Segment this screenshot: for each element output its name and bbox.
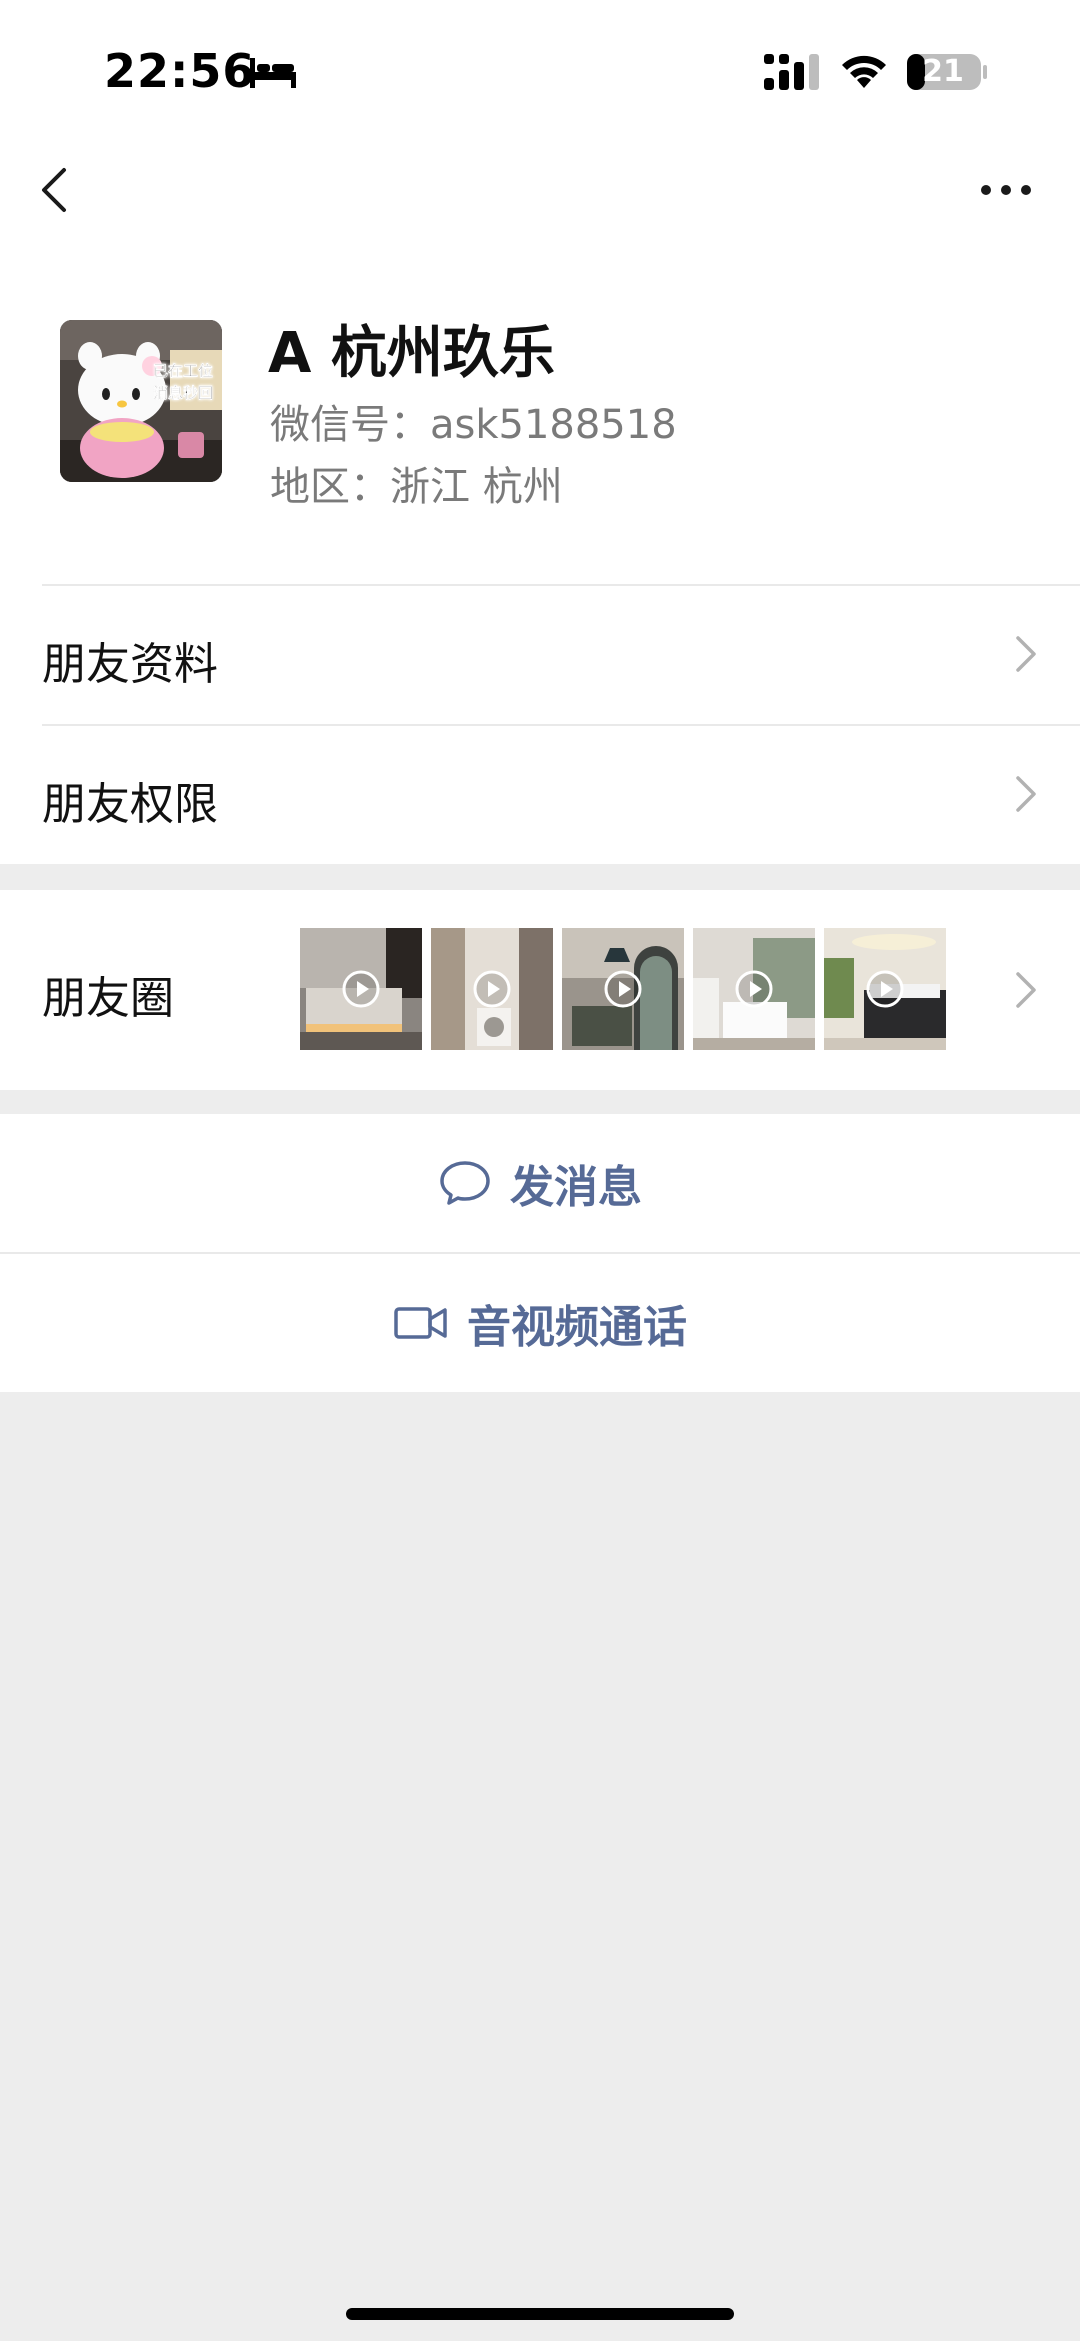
more-horizontal-icon[interactable]: [978, 170, 1034, 210]
moments-thumbnails[interactable]: [300, 928, 946, 1050]
moments-thumbnail[interactable]: [824, 928, 946, 1050]
profile-name: A 杭州玖乐: [268, 321, 555, 386]
cellular-signal-icon: [764, 54, 819, 90]
divider: [42, 584, 1080, 586]
video-call-button[interactable]: 音视频通话: [0, 1252, 1080, 1392]
play-icon: [604, 970, 642, 1008]
chat-bubble-icon: [440, 1161, 490, 1205]
play-icon: [342, 970, 380, 1008]
send-message-button[interactable]: 发消息: [0, 1114, 1080, 1252]
video-call-label: 音视频通话: [467, 1302, 687, 1353]
divider: [42, 724, 1080, 726]
play-icon: [473, 970, 511, 1008]
moments-thumbnail[interactable]: [562, 928, 684, 1050]
moments-thumbnail[interactable]: [300, 928, 422, 1050]
wechat-id: 微信号：ask5188518: [270, 402, 677, 448]
avatar[interactable]: 已在工位 消息秒回: [60, 320, 222, 482]
friend-info-row[interactable]: 朋友资料: [0, 584, 1080, 724]
friend-permissions-label: 朋友权限: [42, 779, 218, 830]
chevron-right-icon: [1016, 972, 1036, 1008]
region: 地区：浙江 杭州: [270, 464, 563, 510]
play-icon: [866, 970, 904, 1008]
status-time: 22:56: [104, 44, 256, 98]
avatar-caption: 已在工位 消息秒回: [152, 362, 213, 402]
video-camera-icon: [394, 1307, 447, 1339]
navigation-bar: [0, 140, 1080, 300]
chevron-right-icon: [1016, 776, 1036, 812]
moments-label: 朋友圈: [42, 973, 174, 1024]
friend-permissions-row[interactable]: 朋友权限: [0, 724, 1080, 864]
home-indicator: [346, 2308, 734, 2320]
chevron-right-icon: [1016, 636, 1036, 672]
divider: [0, 1252, 1080, 1254]
moments-thumbnail[interactable]: [431, 928, 553, 1050]
wifi-icon: [842, 55, 886, 88]
battery-percentage: 21: [922, 54, 964, 89]
status-bar: 22:56 21: [0, 0, 1080, 140]
friend-info-label: 朋友资料: [42, 639, 218, 690]
send-message-label: 发消息: [510, 1162, 642, 1213]
bed-icon: [250, 58, 296, 88]
moments-thumbnail[interactable]: [693, 928, 815, 1050]
play-icon: [735, 970, 773, 1008]
chevron-left-icon[interactable]: [36, 160, 76, 220]
